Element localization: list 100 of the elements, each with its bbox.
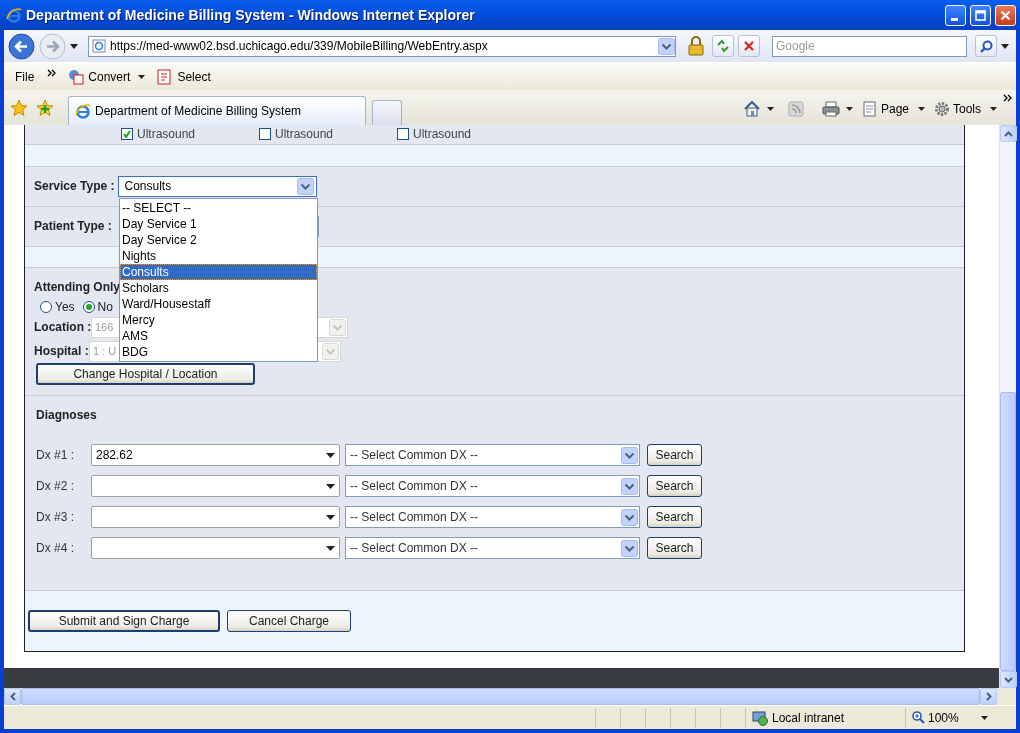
common-dx-select[interactable]: -- Select Common DX -- (345, 475, 640, 498)
tools-menu[interactable]: Tools (931, 100, 984, 117)
vertical-scrollbar[interactable] (999, 125, 1016, 688)
history-dropdown-icon[interactable] (70, 43, 78, 49)
browser-tab[interactable]: Department of Medicine Billing System (68, 96, 366, 125)
search-field[interactable]: Google (772, 35, 967, 57)
arrow-right-icon (985, 692, 992, 701)
dropdown-option[interactable]: Mercy (120, 311, 317, 328)
dropdown-option[interactable]: Nights (120, 247, 317, 264)
checkbox[interactable] (397, 128, 409, 141)
field-label: Dx #2 : (36, 479, 75, 494)
common-dx-select[interactable]: -- Select Common DX -- (345, 444, 640, 467)
add-favorite-icon[interactable] (36, 98, 54, 117)
field-label: Dx #3 : (36, 510, 75, 525)
dropdown-option[interactable]: BDG (120, 343, 317, 360)
close-button[interactable] (995, 4, 1016, 26)
chevron-icon[interactable] (47, 68, 57, 77)
convert-icon (68, 68, 85, 85)
security-zone: Local intranet (772, 710, 845, 725)
dropdown-caret-icon (981, 715, 988, 720)
dropdown-option[interactable]: Ward/Housestaff (120, 295, 317, 312)
minimize-button[interactable] (945, 4, 966, 26)
scroll-left-button[interactable] (4, 688, 21, 705)
field-label: Dx #1 : (36, 448, 75, 463)
search-options-icon[interactable] (1001, 43, 1009, 49)
dropdown-option[interactable]: AMS (120, 327, 317, 344)
dropdown-caret-icon[interactable] (766, 106, 774, 111)
common-dx-select[interactable]: -- Select Common DX -- (345, 537, 640, 560)
arrow-left-icon (9, 692, 16, 701)
diagnosis-code-field[interactable] (91, 537, 340, 560)
checkbox[interactable] (121, 128, 133, 141)
search-button[interactable]: Search (647, 475, 702, 498)
dropdown-option[interactable]: Consults (120, 263, 317, 280)
maximize-icon (975, 9, 986, 21)
page-menu[interactable]: Page (858, 100, 912, 117)
printer-icon[interactable] (821, 100, 840, 117)
zoom-control[interactable]: 100% (905, 707, 994, 728)
field-label: Hospital : (34, 344, 89, 359)
cancel-button[interactable]: Cancel Charge (227, 610, 351, 633)
home-icon[interactable] (742, 99, 761, 118)
page-icon (861, 100, 878, 117)
maximize-button[interactable] (970, 4, 991, 26)
gear-icon (934, 100, 950, 117)
radio-option[interactable]: Yes (40, 299, 75, 314)
caret-icon (326, 515, 335, 520)
close-icon (1000, 9, 1011, 21)
checkbox-label: Ultrasound (275, 127, 334, 142)
toolbar-button[interactable]: Convert (66, 66, 133, 87)
menu-item[interactable]: File (12, 67, 38, 86)
refresh-icon (716, 39, 730, 53)
dropdown-option[interactable]: Day Service 1 (120, 215, 317, 232)
back-button[interactable] (8, 32, 35, 60)
radio-option[interactable]: No (82, 299, 113, 314)
caret-icon (326, 484, 335, 489)
field-label: Location : (34, 320, 91, 335)
scroll-up-button[interactable] (1000, 125, 1017, 142)
scroll-right-button[interactable] (980, 688, 997, 705)
dropdown-option[interactable]: Day Service 2 (120, 231, 317, 248)
toolbar-button[interactable]: Select (155, 66, 213, 87)
arrow-down-icon (1004, 676, 1013, 683)
dropdown-caret-icon[interactable] (845, 106, 853, 111)
search-button[interactable]: Search (647, 444, 702, 467)
stop-button[interactable] (738, 35, 760, 57)
submit-button[interactable]: Submit and Sign Charge (28, 610, 220, 633)
field-label: Service Type : (34, 179, 115, 194)
dropdown-caret-icon[interactable] (918, 106, 925, 111)
url-text: https://med-www02.bsd.uchicago.edu/339/MobileBilling/WebEntry.aspx (110, 39, 489, 53)
address-bar[interactable]: https://med-www02.bsd.uchicago.edu/339/MobileBilling/WebEntry.aspx (88, 35, 676, 57)
change-location-button[interactable]: Change Hospital / Location (36, 362, 255, 385)
dropdown-caret-icon[interactable] (138, 74, 146, 79)
dropdown-caret-icon[interactable] (990, 106, 997, 111)
common-dx-select[interactable]: -- Select Common DX -- (345, 506, 640, 529)
scroll-down-button[interactable] (1000, 671, 1017, 688)
arrow-up-icon (1004, 130, 1013, 137)
field-label: Patient Type : (34, 219, 112, 234)
service-type-select[interactable]: Consults (118, 175, 318, 197)
favorites-star-icon[interactable] (10, 98, 28, 117)
search-icon (979, 39, 993, 53)
diagnosis-code-field[interactable]: 282.62 (91, 444, 340, 467)
search-button[interactable] (975, 35, 997, 57)
radio-button[interactable] (82, 300, 95, 313)
search-button[interactable]: Search (647, 537, 702, 560)
search-button[interactable]: Search (647, 506, 702, 529)
radio-button[interactable] (40, 300, 52, 313)
diagnosis-code-field[interactable] (91, 506, 340, 529)
caret-icon (326, 453, 335, 458)
diagnosis-code-field[interactable] (91, 475, 340, 498)
caret-icon (326, 546, 335, 551)
chevron-icon[interactable] (1003, 94, 1012, 102)
checkbox[interactable] (259, 128, 271, 141)
checkbox-label: Ultrasound (137, 127, 196, 142)
address-dropdown-icon (658, 37, 675, 55)
refresh-button[interactable] (712, 35, 734, 57)
checkbox-label: Ultrasound (413, 127, 472, 142)
section-title: Diagnoses (36, 408, 98, 423)
document-icon (157, 68, 174, 85)
check-icon (123, 130, 131, 139)
scroll-thumb[interactable] (1000, 392, 1016, 671)
dropdown-option[interactable]: Scholars (120, 279, 317, 296)
dropdown-option[interactable]: -- SELECT -- (120, 199, 317, 216)
